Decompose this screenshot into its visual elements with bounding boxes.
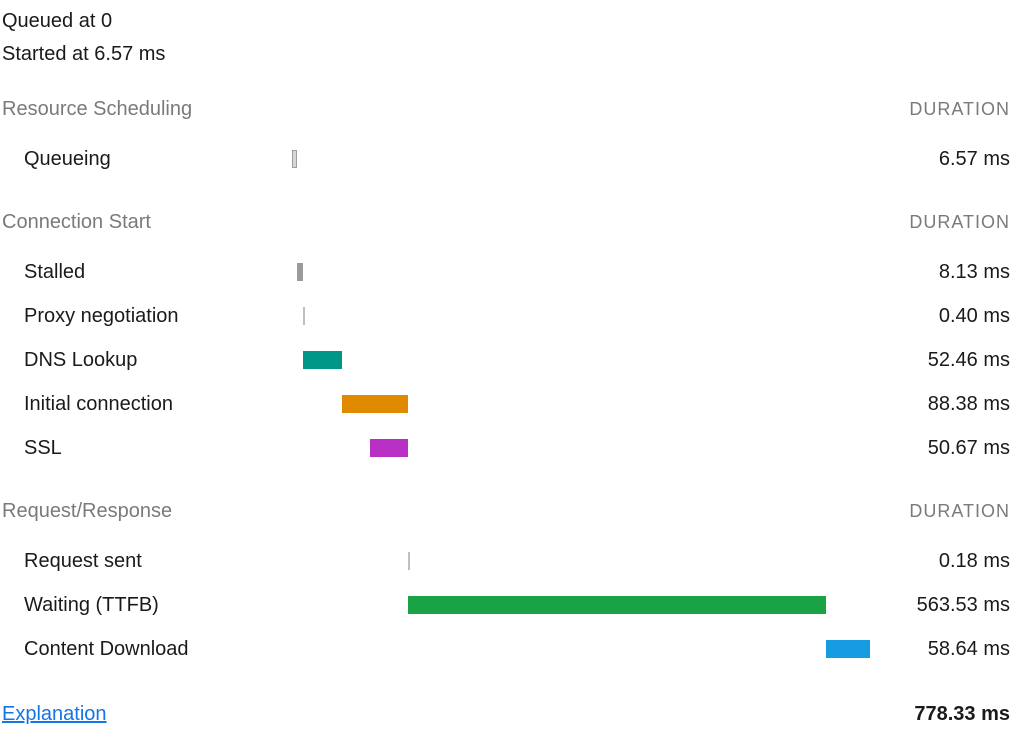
row-bar-track xyxy=(292,260,870,284)
row-value: 6.57 ms xyxy=(870,146,1010,173)
row-bar-track xyxy=(292,637,870,661)
timing-bar xyxy=(826,640,870,658)
row-label: DNS Lookup xyxy=(2,347,292,374)
total-duration: 778.33 ms xyxy=(914,701,1010,728)
row-value: 8.13 ms xyxy=(870,259,1010,286)
row-value: 563.53 ms xyxy=(870,592,1010,619)
row-value: 58.64 ms xyxy=(870,636,1010,663)
row-label: Stalled xyxy=(2,259,292,286)
row-label: Initial connection xyxy=(2,391,292,418)
timing-bar xyxy=(303,307,305,325)
duration-header: DURATION xyxy=(909,210,1010,234)
row-value: 52.46 ms xyxy=(870,347,1010,374)
row-bar-track xyxy=(292,436,870,460)
duration-header: DURATION xyxy=(909,499,1010,523)
timing-row: Queueing 6.57 ms xyxy=(2,137,1010,181)
timing-bar xyxy=(292,150,297,168)
timing-row: Proxy negotiation 0.40 ms xyxy=(2,294,1010,338)
timing-bar xyxy=(370,439,408,457)
duration-header: DURATION xyxy=(909,97,1010,121)
row-bar-track xyxy=(292,593,870,617)
timing-row: SSL 50.67 ms xyxy=(2,426,1010,470)
timing-row: Stalled 8.13 ms xyxy=(2,250,1010,294)
timing-row: Request sent 0.18 ms xyxy=(2,539,1010,583)
timing-row: Waiting (TTFB) 563.53 ms xyxy=(2,583,1010,627)
timing-bar xyxy=(408,596,826,614)
row-bar-track xyxy=(292,348,870,372)
row-label: Request sent xyxy=(2,548,292,575)
row-bar-track xyxy=(292,304,870,328)
timing-bar xyxy=(303,351,342,369)
row-label: Proxy negotiation xyxy=(2,303,292,330)
row-label: Waiting (TTFB) xyxy=(2,592,292,619)
timing-row: DNS Lookup 52.46 ms xyxy=(2,338,1010,382)
row-value: 88.38 ms xyxy=(870,391,1010,418)
timing-bar xyxy=(342,395,408,413)
row-label: SSL xyxy=(2,435,292,462)
row-bar-track xyxy=(292,392,870,416)
row-bar-track xyxy=(292,549,870,573)
row-value: 0.18 ms xyxy=(870,548,1010,575)
started-at-text: Started at 6.57 ms xyxy=(2,41,1010,68)
row-value: 50.67 ms xyxy=(870,435,1010,462)
section-title: Connection Start xyxy=(2,209,909,236)
section-title: Request/Response xyxy=(2,498,909,525)
timing-bar xyxy=(408,552,410,570)
row-bar-track xyxy=(292,147,870,171)
explanation-link[interactable]: Explanation xyxy=(2,701,107,728)
queued-at-text: Queued at 0 xyxy=(2,8,1010,35)
timing-row: Content Download 58.64 ms xyxy=(2,627,1010,671)
timing-row: Initial connection 88.38 ms xyxy=(2,382,1010,426)
section-title: Resource Scheduling xyxy=(2,96,909,123)
row-label: Content Download xyxy=(2,636,292,663)
row-value: 0.40 ms xyxy=(870,303,1010,330)
timing-bar xyxy=(297,263,303,281)
row-label: Queueing xyxy=(2,146,292,173)
